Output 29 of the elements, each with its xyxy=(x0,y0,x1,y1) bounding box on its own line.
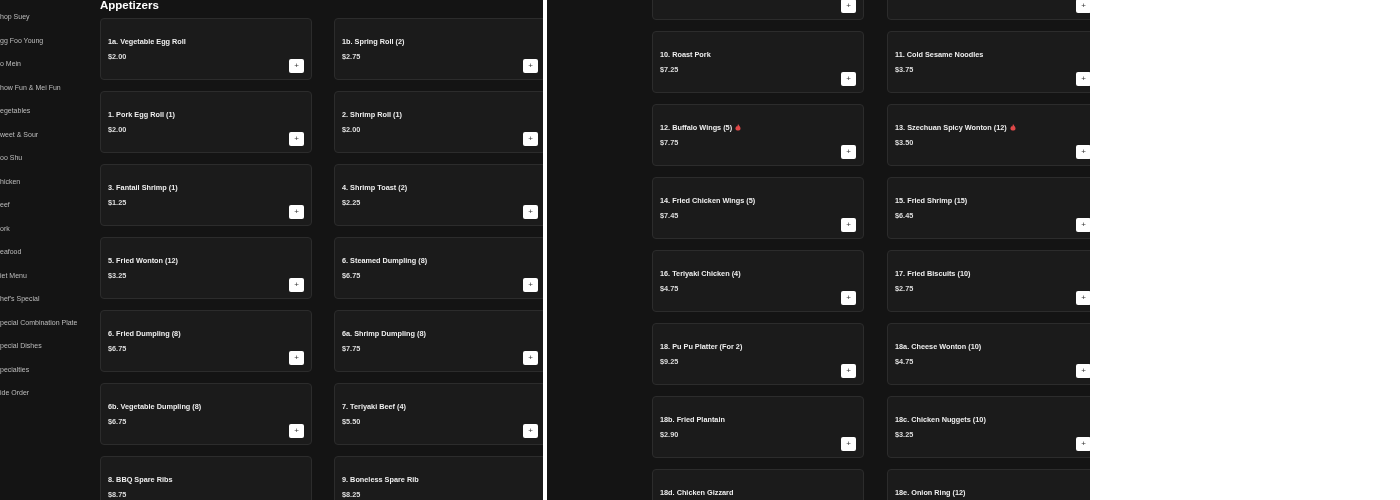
add-button[interactable]: + xyxy=(523,424,538,438)
add-button[interactable]: + xyxy=(523,59,538,73)
add-button[interactable]: + xyxy=(523,132,538,146)
add-button[interactable]: + xyxy=(1076,291,1090,305)
add-button[interactable]: + xyxy=(1076,218,1090,232)
add-button[interactable]: + xyxy=(289,59,304,73)
add-button[interactable]: + xyxy=(841,72,856,86)
add-button[interactable]: + xyxy=(1076,437,1090,451)
add-button[interactable]: + xyxy=(289,278,304,292)
add-button[interactable]: + xyxy=(1076,0,1090,13)
add-button[interactable]: + xyxy=(841,145,856,159)
add-button[interactable]: + xyxy=(1076,72,1090,86)
add-button[interactable]: + xyxy=(289,132,304,146)
add-button[interactable]: + xyxy=(1076,364,1090,378)
add-button[interactable]: + xyxy=(841,291,856,305)
add-button[interactable]: + xyxy=(523,205,538,219)
menu-item-card[interactable]: + xyxy=(887,0,1090,20)
add-button[interactable]: + xyxy=(289,205,304,219)
add-button[interactable]: + xyxy=(523,278,538,292)
add-button[interactable]: + xyxy=(1076,145,1090,159)
section-heading: Appetizers xyxy=(100,0,160,13)
add-button[interactable]: + xyxy=(841,0,856,13)
add-button[interactable]: + xyxy=(523,351,538,365)
add-button[interactable]: + xyxy=(841,364,856,378)
add-button[interactable]: + xyxy=(289,424,304,438)
add-button[interactable]: + xyxy=(289,351,304,365)
menu-item-card[interactable]: + xyxy=(652,0,864,20)
add-button[interactable]: + xyxy=(841,218,856,232)
add-button[interactable]: + xyxy=(841,437,856,451)
